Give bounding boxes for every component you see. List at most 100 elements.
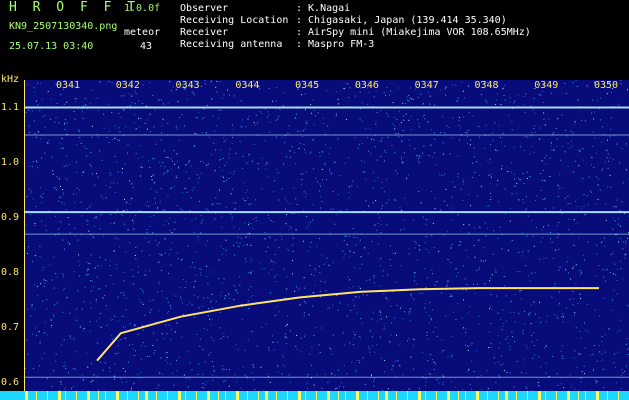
noise-dot bbox=[394, 317, 395, 319]
noise-dot bbox=[576, 222, 578, 224]
noise-dot bbox=[291, 146, 293, 147]
noise-dot bbox=[27, 308, 29, 310]
noise-dot bbox=[430, 354, 431, 355]
noise-dot bbox=[296, 348, 298, 350]
noise-dot bbox=[146, 229, 148, 230]
noise-dot bbox=[540, 94, 542, 96]
noise-dot bbox=[229, 172, 231, 174]
noise-dot bbox=[410, 294, 412, 296]
noise-dot bbox=[440, 132, 442, 133]
noise-dot bbox=[595, 152, 597, 154]
noise-dot bbox=[483, 261, 485, 263]
noise-dot bbox=[41, 202, 43, 204]
noise-dot bbox=[123, 108, 125, 110]
noise-dot bbox=[582, 159, 584, 161]
noise-dot bbox=[353, 252, 355, 254]
noise-dot bbox=[223, 181, 225, 183]
noise-dot bbox=[25, 231, 27, 233]
noise-dot bbox=[61, 202, 63, 203]
noise-dot bbox=[252, 160, 253, 162]
noise-dot bbox=[50, 98, 52, 100]
noise-dot bbox=[124, 337, 126, 339]
noise-dot bbox=[558, 302, 560, 304]
noise-dot bbox=[294, 117, 296, 119]
noise-dot bbox=[457, 303, 459, 305]
noise-dot bbox=[176, 321, 178, 323]
noise-dot bbox=[335, 90, 337, 92]
noise-dot bbox=[620, 388, 622, 390]
noise-dot bbox=[201, 160, 203, 162]
noise-dot bbox=[210, 301, 212, 303]
noise-dot bbox=[501, 141, 503, 143]
noise-dot bbox=[231, 219, 233, 221]
noise-dot bbox=[533, 98, 535, 100]
noise-dot bbox=[132, 348, 134, 350]
noise-dot bbox=[502, 328, 503, 330]
noise-dot bbox=[167, 156, 169, 158]
noise-dot bbox=[542, 170, 544, 171]
noise-dot bbox=[168, 324, 170, 326]
noise-dot bbox=[153, 182, 155, 184]
noise-dot bbox=[392, 365, 394, 367]
noise-dot bbox=[230, 193, 232, 195]
noise-dot bbox=[477, 195, 478, 197]
noise-dot bbox=[409, 97, 411, 99]
noise-dot bbox=[284, 336, 286, 338]
noise-dot bbox=[514, 100, 516, 102]
noise-dot bbox=[347, 304, 349, 306]
noise-dot bbox=[605, 269, 607, 271]
noise-dot bbox=[127, 152, 128, 154]
noise-dot bbox=[243, 245, 245, 247]
noise-dot bbox=[413, 298, 415, 300]
noise-dot bbox=[511, 162, 513, 164]
noise-dot bbox=[75, 351, 76, 353]
noise-dot bbox=[619, 209, 621, 211]
noise-dot bbox=[247, 289, 249, 291]
noise-dot bbox=[606, 149, 608, 151]
noise-dot bbox=[303, 277, 305, 279]
noise-dot bbox=[82, 171, 84, 173]
noise-dot bbox=[536, 195, 538, 197]
noise-dot bbox=[25, 111, 27, 113]
noise-dot bbox=[530, 105, 532, 107]
noise-dot bbox=[488, 205, 490, 207]
noise-dot bbox=[432, 273, 433, 275]
noise-dot bbox=[241, 318, 243, 320]
noise-dot bbox=[72, 386, 74, 388]
noise-dot bbox=[62, 194, 64, 196]
noise-dot bbox=[551, 241, 553, 243]
noise-dot bbox=[313, 275, 315, 276]
noise-dot bbox=[530, 304, 532, 306]
noise-dot bbox=[33, 368, 35, 370]
noise-dot bbox=[574, 388, 576, 390]
noise-dot bbox=[307, 250, 309, 252]
noise-dot bbox=[86, 155, 87, 157]
noise-dot bbox=[573, 219, 575, 221]
noise-dot bbox=[464, 278, 466, 280]
noise-dot bbox=[284, 297, 286, 299]
noise-dot bbox=[127, 361, 129, 363]
noise-dot bbox=[594, 309, 596, 311]
noise-dot bbox=[167, 195, 169, 197]
noise-dot bbox=[533, 245, 535, 247]
noise-dot bbox=[331, 353, 333, 355]
noise-dot bbox=[354, 334, 356, 336]
noise-dot bbox=[616, 143, 618, 145]
noise-dot bbox=[496, 271, 498, 273]
noise-dot bbox=[567, 165, 569, 167]
noise-dot bbox=[165, 359, 167, 361]
noise-dot bbox=[170, 249, 172, 250]
noise-dot bbox=[462, 181, 464, 183]
noise-dot bbox=[612, 252, 614, 254]
noise-dot bbox=[48, 139, 50, 141]
noise-dot bbox=[525, 93, 527, 95]
noise-dot bbox=[55, 189, 57, 191]
noise-dot bbox=[221, 226, 223, 228]
noise-dot bbox=[114, 378, 115, 380]
noise-dot bbox=[370, 152, 372, 154]
noise-dot bbox=[142, 290, 144, 292]
noise-dot bbox=[595, 203, 597, 205]
noise-dot bbox=[619, 225, 621, 227]
bottom-bar-tick bbox=[98, 391, 99, 400]
noise-dot bbox=[177, 258, 179, 260]
